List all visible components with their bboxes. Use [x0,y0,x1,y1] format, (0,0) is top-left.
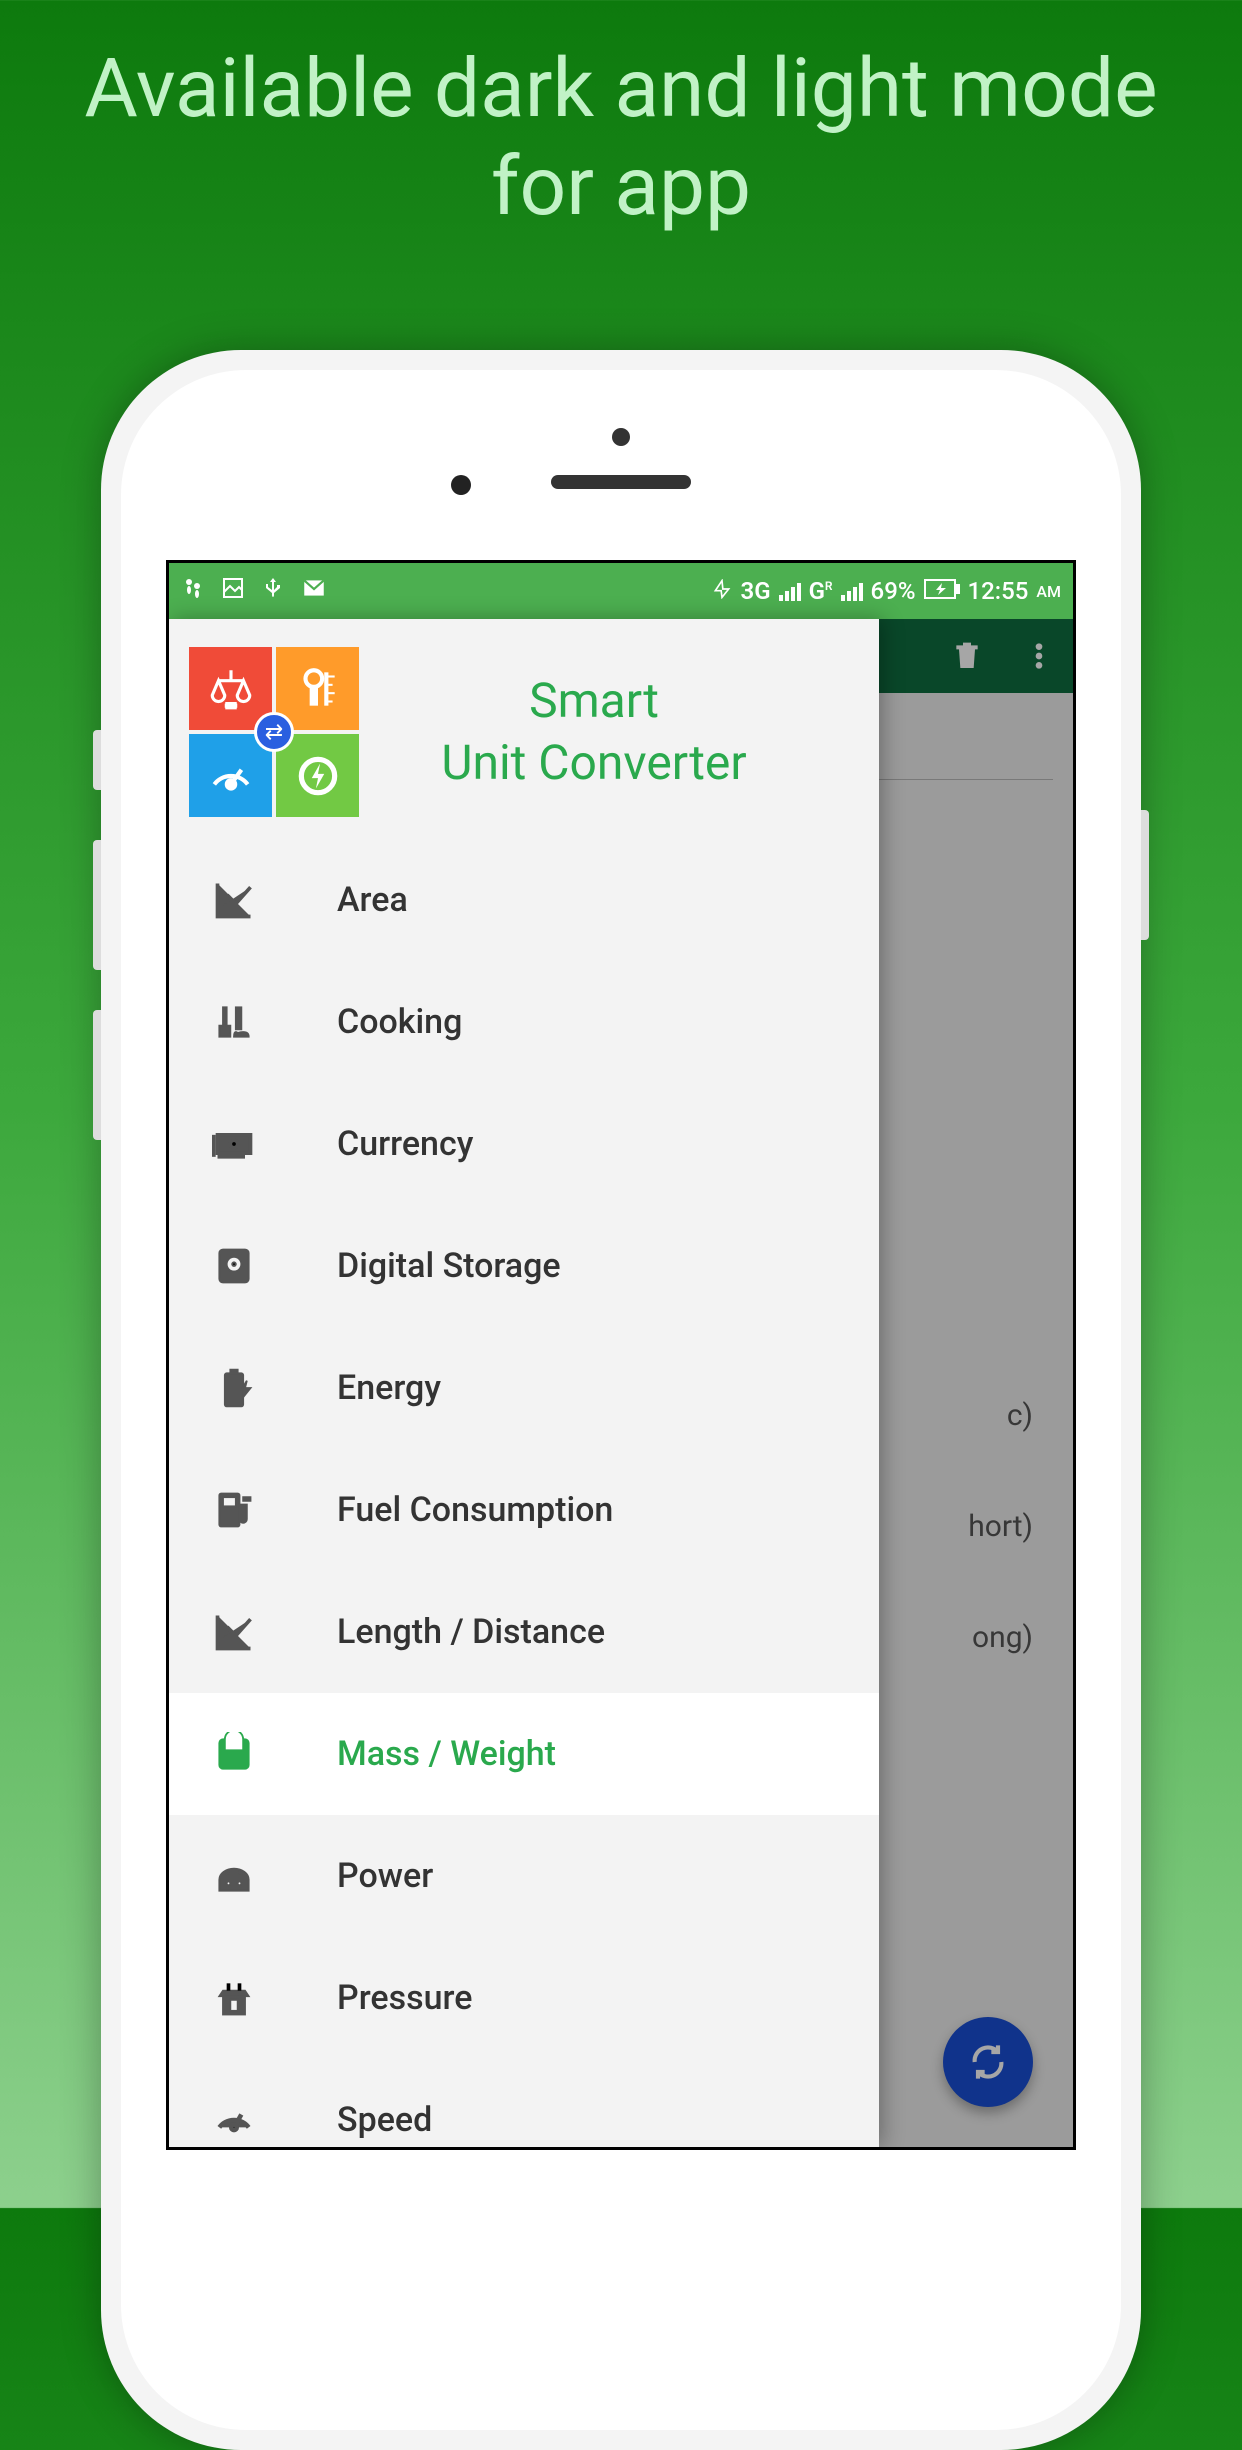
phone-volume-down [93,1010,101,1140]
usb-icon [261,576,285,607]
phone-sensor-dot [612,428,630,446]
pressure-icon [209,1973,259,2023]
chart-icon [209,875,259,925]
phone-screen: 3G GR 69% 12:55 AM [166,560,1076,2150]
drawer-item-mass-weight[interactable]: Mass / Weight [169,1693,879,1815]
drawer-item-pressure[interactable]: Pressure [169,1937,879,2059]
chart-icon [209,1607,259,1657]
clock-ampm: AM [1036,582,1061,601]
phone-front-camera [451,475,471,495]
mail-icon [301,575,327,608]
drawer-item-label: Cooking [337,1002,462,1042]
drawer-category-list[interactable]: Area Cooking Currency Digital Storage Energy… [169,839,879,2147]
drawer-item-label: Pressure [337,1978,472,2018]
battery-icon [209,1363,259,1413]
battery-charging-icon [924,577,960,605]
disk-icon [209,1241,259,1291]
drawer-item-cooking[interactable]: Cooking [169,961,879,1083]
network-3g-label: 3G [740,577,770,605]
power-icon [209,1851,259,1901]
drawer-item-digital-storage[interactable]: Digital Storage [169,1205,879,1327]
drawer-item-energy[interactable]: Energy [169,1327,879,1449]
drawer-item-label: Energy [337,1368,441,1408]
drawer-item-power[interactable]: Power [169,1815,879,1937]
speed-icon [209,2095,259,2145]
drawer-item-label: Mass / Weight [337,1734,556,1774]
drawer-item-currency[interactable]: Currency [169,1083,879,1205]
weight-icon [209,1729,259,1779]
location-icon [712,577,732,605]
image-icon [221,576,245,607]
drawer-header: ⇄ SmartUnit Converter [169,619,879,839]
currency-icon [209,1119,259,1169]
drawer-item-label: Digital Storage [337,1246,561,1286]
navigation-drawer: ⇄ SmartUnit Converter Area Cooking Currenc… [169,619,879,2147]
app-logo: ⇄ [189,647,359,817]
cooking-icon [209,997,259,1047]
footsteps-icon [181,576,205,607]
promo-headline: Available dark and light mode for app [0,0,1242,267]
signal-bars-icon [779,581,801,601]
drawer-item-label: Power [337,1856,433,1896]
drawer-item-length-distance[interactable]: Length / Distance [169,1571,879,1693]
phone-volume-up [93,840,101,970]
app-title: SmartUnit Converter [359,670,859,795]
status-bar: 3G GR 69% 12:55 AM [169,563,1073,619]
network-g-label: GR [809,577,833,605]
phone-mockup-frame: 3G GR 69% 12:55 AM [101,350,1141,2450]
drawer-item-label: Speed [337,2100,432,2140]
drawer-item-label: Length / Distance [337,1612,605,1652]
battery-percent: 69% [871,577,916,605]
clock-time: 12:55 [968,577,1029,605]
drawer-item-speed[interactable]: Speed [169,2059,879,2147]
drawer-item-label: Currency [337,1124,473,1164]
fuel-icon [209,1485,259,1535]
phone-power-button [1141,810,1149,940]
drawer-item-fuel-consumption[interactable]: Fuel Consumption [169,1449,879,1571]
swap-icon: ⇄ [254,712,294,752]
drawer-item-label: Fuel Consumption [337,1490,613,1530]
drawer-item-area[interactable]: Area [169,839,879,961]
drawer-item-label: Area [337,880,408,920]
phone-speaker [551,475,691,489]
phone-mute-switch [93,730,101,790]
signal-bars-icon-2 [841,581,863,601]
